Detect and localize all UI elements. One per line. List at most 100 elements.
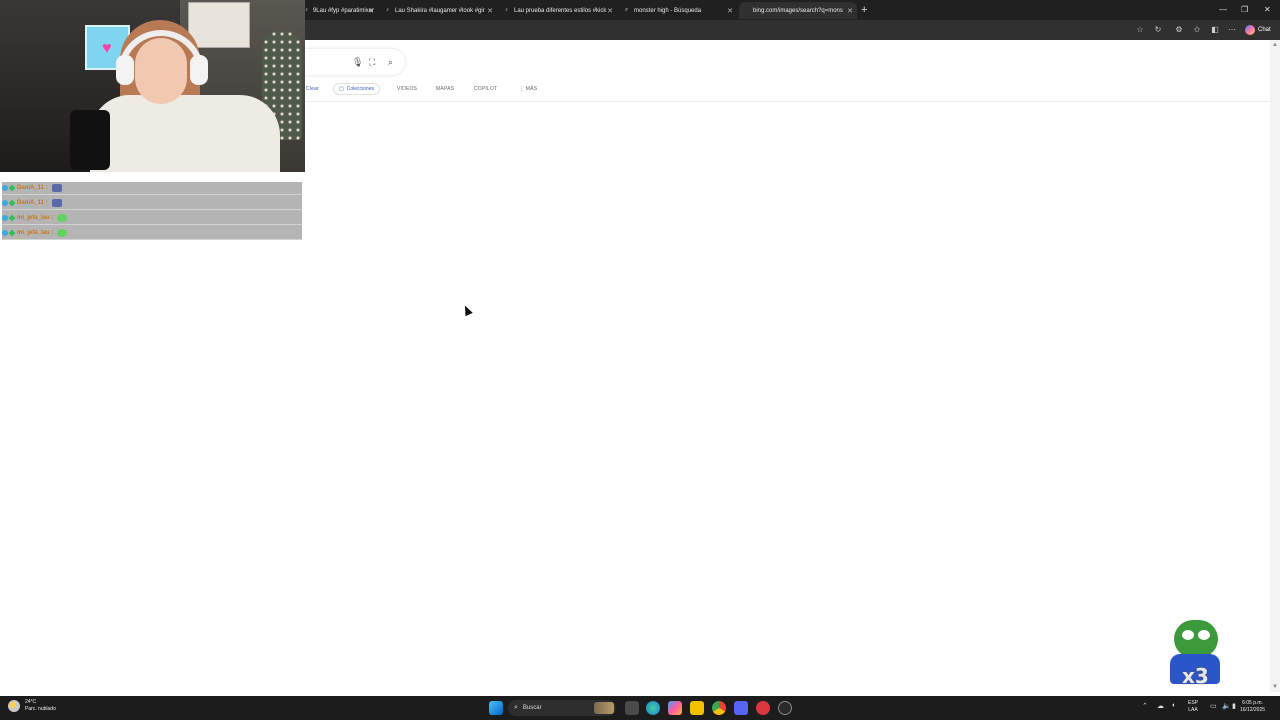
edge-icon[interactable] [646,701,660,715]
chat-message: DaniA_11 : [2,197,302,210]
language-indicator[interactable]: ESP LAA [1188,700,1198,714]
tray-app-icon[interactable]: ◐ [1172,702,1176,709]
tiktok-icon: ♪ [505,7,508,13]
task-view-icon[interactable] [625,701,639,715]
scroll-up-icon[interactable]: ▲ [1272,42,1278,48]
language-bottom: LAA [1188,707,1198,713]
search-icon[interactable]: ⌕ [388,57,393,68]
refresh-icon[interactable]: ↻ [1153,25,1163,35]
restore-icon[interactable]: ❐ [1241,5,1248,14]
pepe-eye [1182,630,1194,640]
tray-expand-icon[interactable]: ⌃ [1142,702,1148,710]
copilot-chat-button[interactable]: Chat [1245,23,1271,37]
chat-message: mi_jefa_lau : [2,227,302,240]
copilot-app-icon[interactable] [668,701,682,715]
chat-username: DaniA_11 : [17,200,48,206]
heart-icon: ♥ [102,40,112,57]
verified-badge-icon [8,184,16,192]
nav-divider [305,101,1270,102]
subscriber-badge-icon [2,230,8,236]
chat-username: mi_jefa_lau : [17,230,54,236]
language-top: ESP [1188,700,1199,706]
emote-icon [51,199,62,207]
weather-widget[interactable]: 24°C Parc. nublado [8,699,56,713]
discord-icon[interactable] [734,701,748,715]
file-explorer-icon[interactable] [690,701,704,715]
pepe-emote-overlay: x3 [1166,620,1224,692]
new-tab-button[interactable]: + [861,4,867,16]
tab-2[interactable]: ♪ Lau Shakira #laugamer #look #gir ✕ [380,2,497,19]
nav-videos[interactable]: VIDEOS [397,86,417,92]
webcam-streamer-body [90,95,280,172]
page-scrollbar[interactable]: ▲ ▼ [1270,40,1280,692]
onedrive-icon[interactable]: ☁ [1157,702,1164,710]
tab-5-label: bing.com/images/search?q=mons [753,7,843,14]
weather-desc: Parc. nublado [25,706,56,712]
tab-1[interactable]: ♪ 9Lau #fyp #paratimixer ✕ [300,2,378,19]
webcam-poster [188,2,250,48]
taskbar-search-label: Buscar [522,705,542,711]
nav-more[interactable]: ⋮ MÁS [519,86,537,92]
tab-4-label: monster high - Búsqueda [634,7,702,14]
collections-chip[interactable]: ▢ Colecciones [333,83,380,95]
app-red-icon[interactable] [756,701,770,715]
webcam-overlay: ♥ [0,0,305,172]
headset-ear-right [190,55,208,85]
weather-icon [8,700,20,712]
chat-username: DaniA_11 : [17,185,48,191]
volume-icon[interactable]: 🔈 [1222,702,1231,710]
pepe-eye [1198,630,1210,640]
collections-label: Colecciones [346,86,374,92]
tab-5-active[interactable]: bing.com/images/search?q=mons ✕ [739,2,857,19]
chrome-icon[interactable] [712,701,726,715]
emote-icon [51,184,62,192]
tab-3-label: Lau prueba diferentes estilos #kick [514,7,607,14]
tab-4[interactable]: ⌕ monster high - Búsqueda ✕ [619,2,737,19]
minimize-icon[interactable]: — [1219,5,1227,14]
tab-1-label: 9Lau #fyp #paratimixer [312,7,374,14]
close-icon[interactable]: ✕ [607,7,613,15]
verified-badge-icon [8,229,16,237]
close-icon[interactable]: ✕ [487,7,493,15]
start-icon[interactable] [489,701,503,715]
subscriber-badge-icon [2,215,8,221]
collections-icon: ▢ [339,86,344,92]
search-icon: ⌕ [624,7,629,13]
battery-icon[interactable]: ▮ [1232,702,1236,710]
nav-clear-partial[interactable]: Clear [306,86,319,92]
favorite-star-icon[interactable]: ☆ [1135,25,1145,35]
clock-time: 6:05 p.m. [1242,700,1263,706]
chat-label: Chat [1258,27,1271,33]
tab-3[interactable]: ♪ Lau prueba diferentes estilos #kick ✕ [499,2,617,19]
emote-multiplier: x3 [1182,664,1209,688]
screen: ♪ 9Lau #fyp #paratimixer ✕ ♪ Lau Shakira… [0,0,1280,720]
window-close-icon[interactable]: ✕ [1264,5,1271,14]
microphone-icon[interactable]: 🎙 [352,57,363,68]
verified-badge-icon [8,214,16,222]
close-icon[interactable]: ✕ [727,7,733,15]
pepe-head [1174,620,1218,658]
close-icon[interactable]: ✕ [368,7,374,15]
favorites-icon[interactable]: ✩ [1192,25,1202,35]
profile-icon[interactable]: ◧ [1210,25,1220,35]
network-icon[interactable]: ▭ [1210,702,1217,710]
clock[interactable]: 6:05 p.m. 16/12/2025 [1240,700,1265,714]
clock-date: 16/12/2025 [1240,707,1266,713]
more-options-icon[interactable]: ⋯ [1227,25,1237,35]
close-icon[interactable]: ✕ [847,7,853,15]
extensions-icon[interactable]: ⚙ [1174,25,1184,35]
visual-search-icon[interactable]: ⛶ [369,57,375,68]
verified-badge-icon [8,199,16,207]
chat-message: mi_jefa_lau : [2,212,302,225]
nav-maps[interactable]: MAPAS [436,86,454,92]
chat-username: mi_jefa_lau : [17,215,54,221]
taskbar-search[interactable]: ⌕ Buscar [508,700,616,716]
weather-temp: 24°C [25,699,37,705]
windows-taskbar: 24°C Parc. nublado ⌕ Buscar ⌃ ☁ ◐ ESP LA… [0,696,1280,720]
tab-2-label: Lau Shakira #laugamer #look #gir [395,7,485,14]
scroll-down-icon[interactable]: ▼ [1272,684,1278,690]
emote-icon [57,214,68,222]
app-dark-icon[interactable] [778,701,792,715]
nav-copilot[interactable]: COPILOT [474,86,497,92]
search-icon: ⌕ [514,704,518,711]
